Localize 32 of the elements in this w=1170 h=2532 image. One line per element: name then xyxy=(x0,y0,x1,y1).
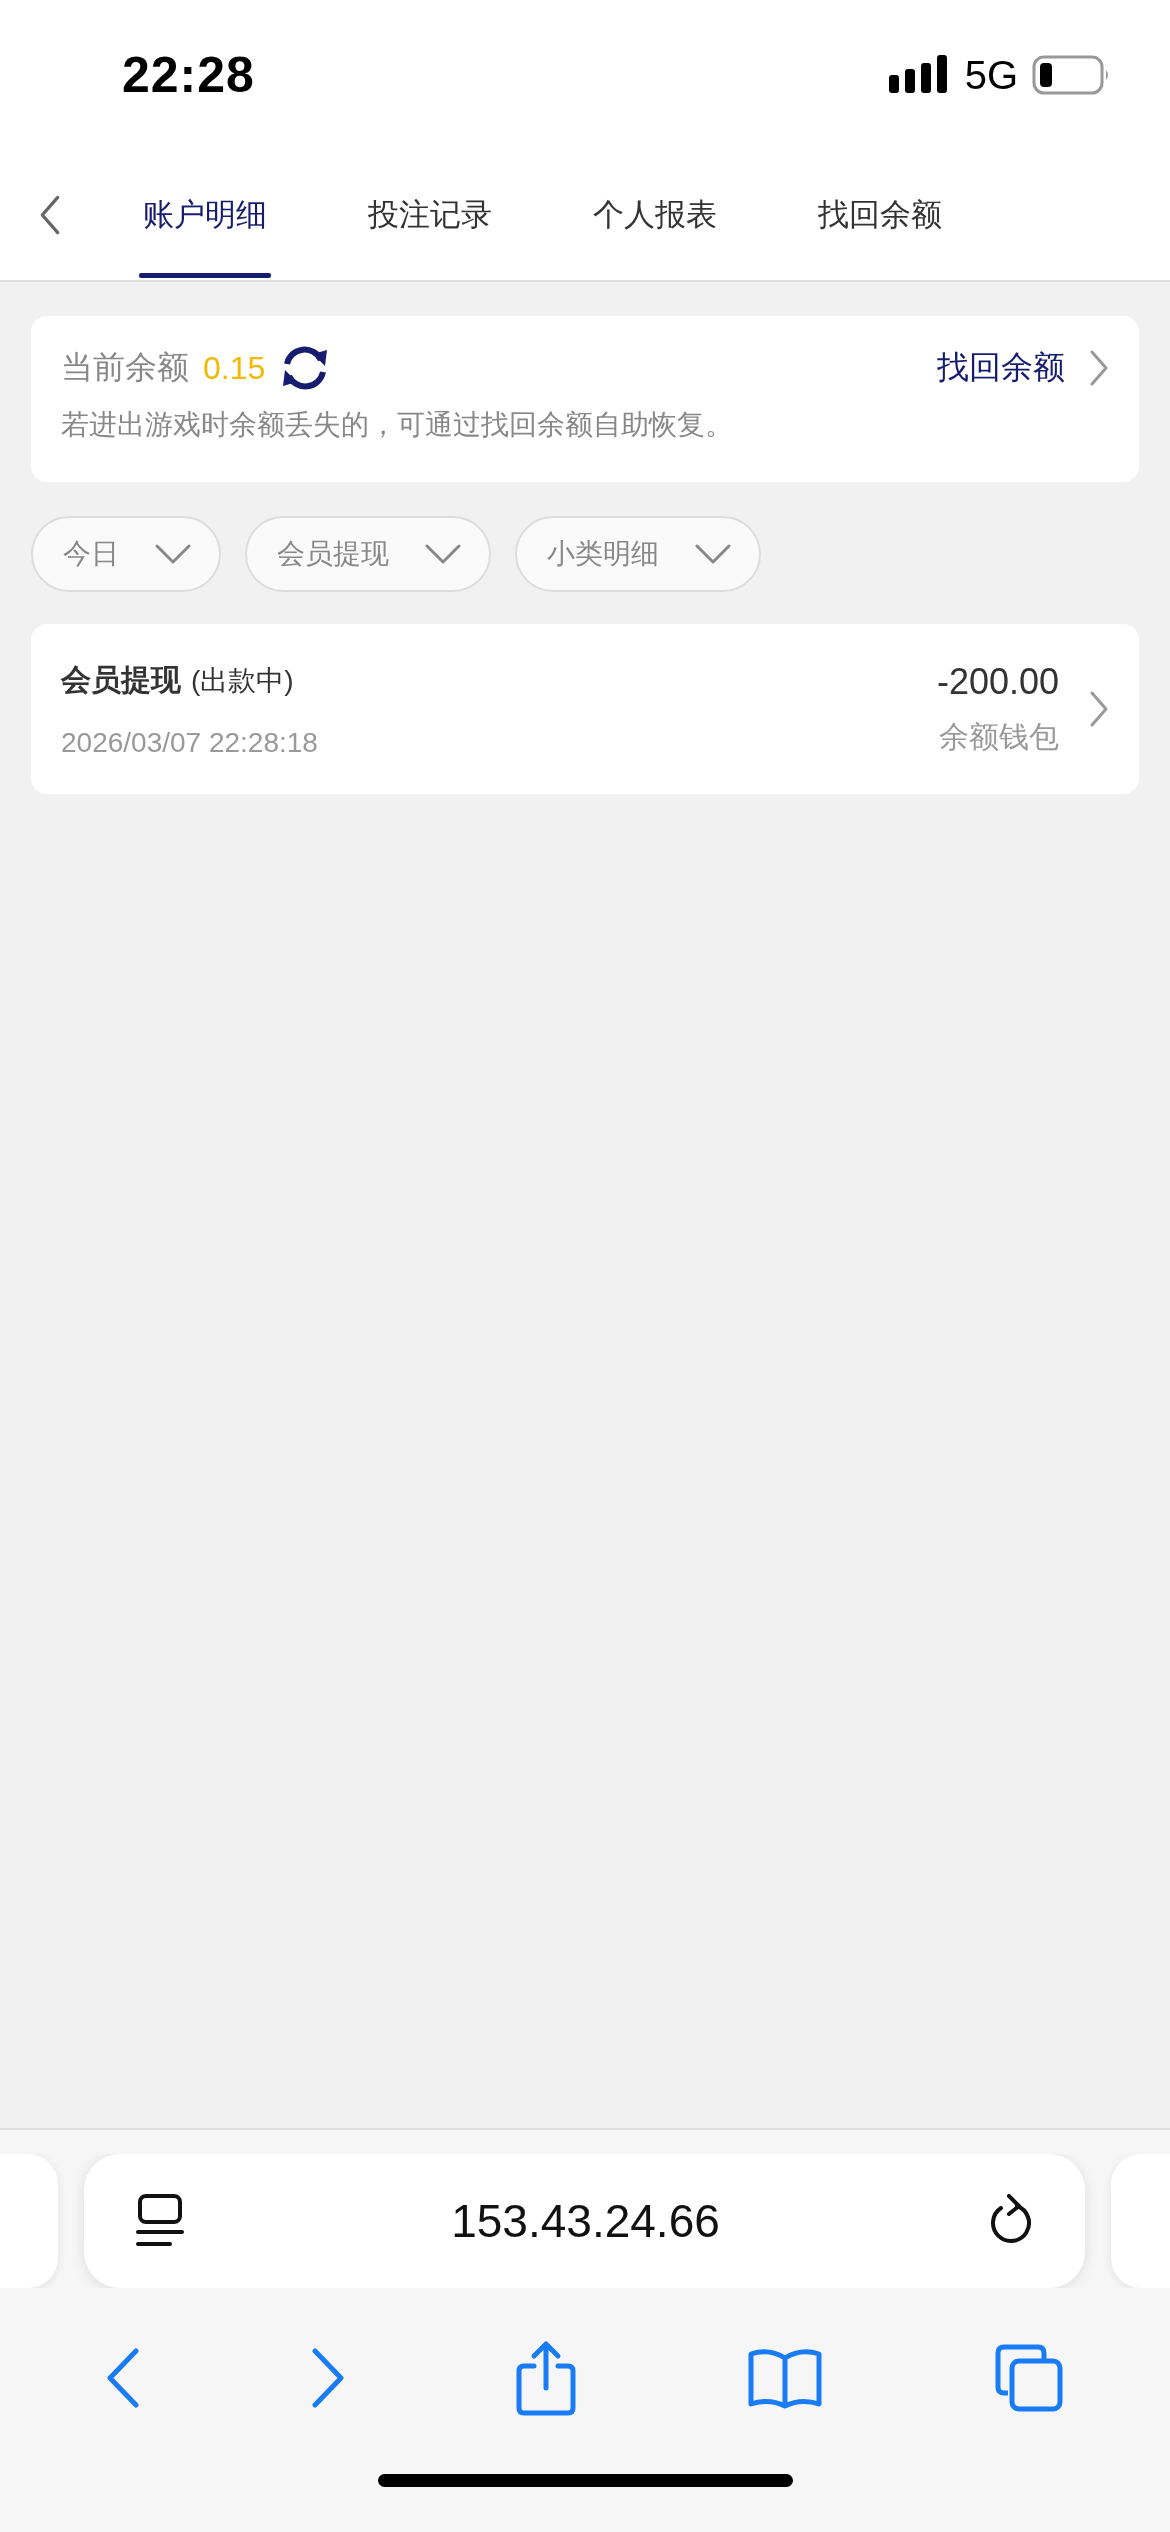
record-wallet: 余额钱包 xyxy=(938,718,1059,755)
balance-amount: 0.15 xyxy=(203,349,266,387)
signal-icon xyxy=(888,55,947,95)
forward-icon[interactable] xyxy=(310,2348,345,2408)
address-bar[interactable]: 153.43.24.66 xyxy=(84,2154,1085,2288)
recover-balance-link[interactable]: 找回余额 xyxy=(937,346,1065,390)
balance-hint: 若进出游戏时余额丢失的，可通过找回余额自助恢复。 xyxy=(61,408,734,442)
record-amount: -200.00 xyxy=(936,660,1059,703)
record-status: (出款中) xyxy=(191,664,294,696)
tab[interactable]: 投注记录 xyxy=(317,150,542,280)
back-icon xyxy=(39,195,61,235)
chevron-down-icon xyxy=(155,544,191,564)
tab[interactable]: 账户明细 xyxy=(92,150,317,280)
back-icon[interactable] xyxy=(105,2348,140,2408)
url-text: 153.43.24.66 xyxy=(450,2194,721,2248)
record-card[interactable]: 会员提现 (出款中) 2026/03/07 22:28:18 -200.00 余额钱包 xyxy=(31,624,1139,794)
tab[interactable]: 找回余额 xyxy=(767,150,992,280)
balance-label: 当前余额 xyxy=(61,348,189,387)
battery-icon xyxy=(1032,55,1110,95)
chevron-down-icon xyxy=(425,544,461,564)
share-icon[interactable] xyxy=(515,2340,576,2416)
tab[interactable]: 个人报表 xyxy=(542,150,767,280)
record-time: 2026/03/07 22:28:18 xyxy=(61,726,319,759)
page-menu-icon[interactable] xyxy=(136,2194,184,2248)
chevron-down-icon xyxy=(695,544,731,564)
bookmarks-icon[interactable] xyxy=(747,2346,824,2410)
tabs-icon[interactable] xyxy=(994,2343,1065,2413)
record-title: 会员提现 xyxy=(61,662,181,696)
chevron-right-icon xyxy=(1089,349,1109,387)
chevron-right-icon xyxy=(1089,690,1109,728)
network-label: 5G xyxy=(964,52,1018,98)
status-time: 22:28 xyxy=(122,46,255,104)
